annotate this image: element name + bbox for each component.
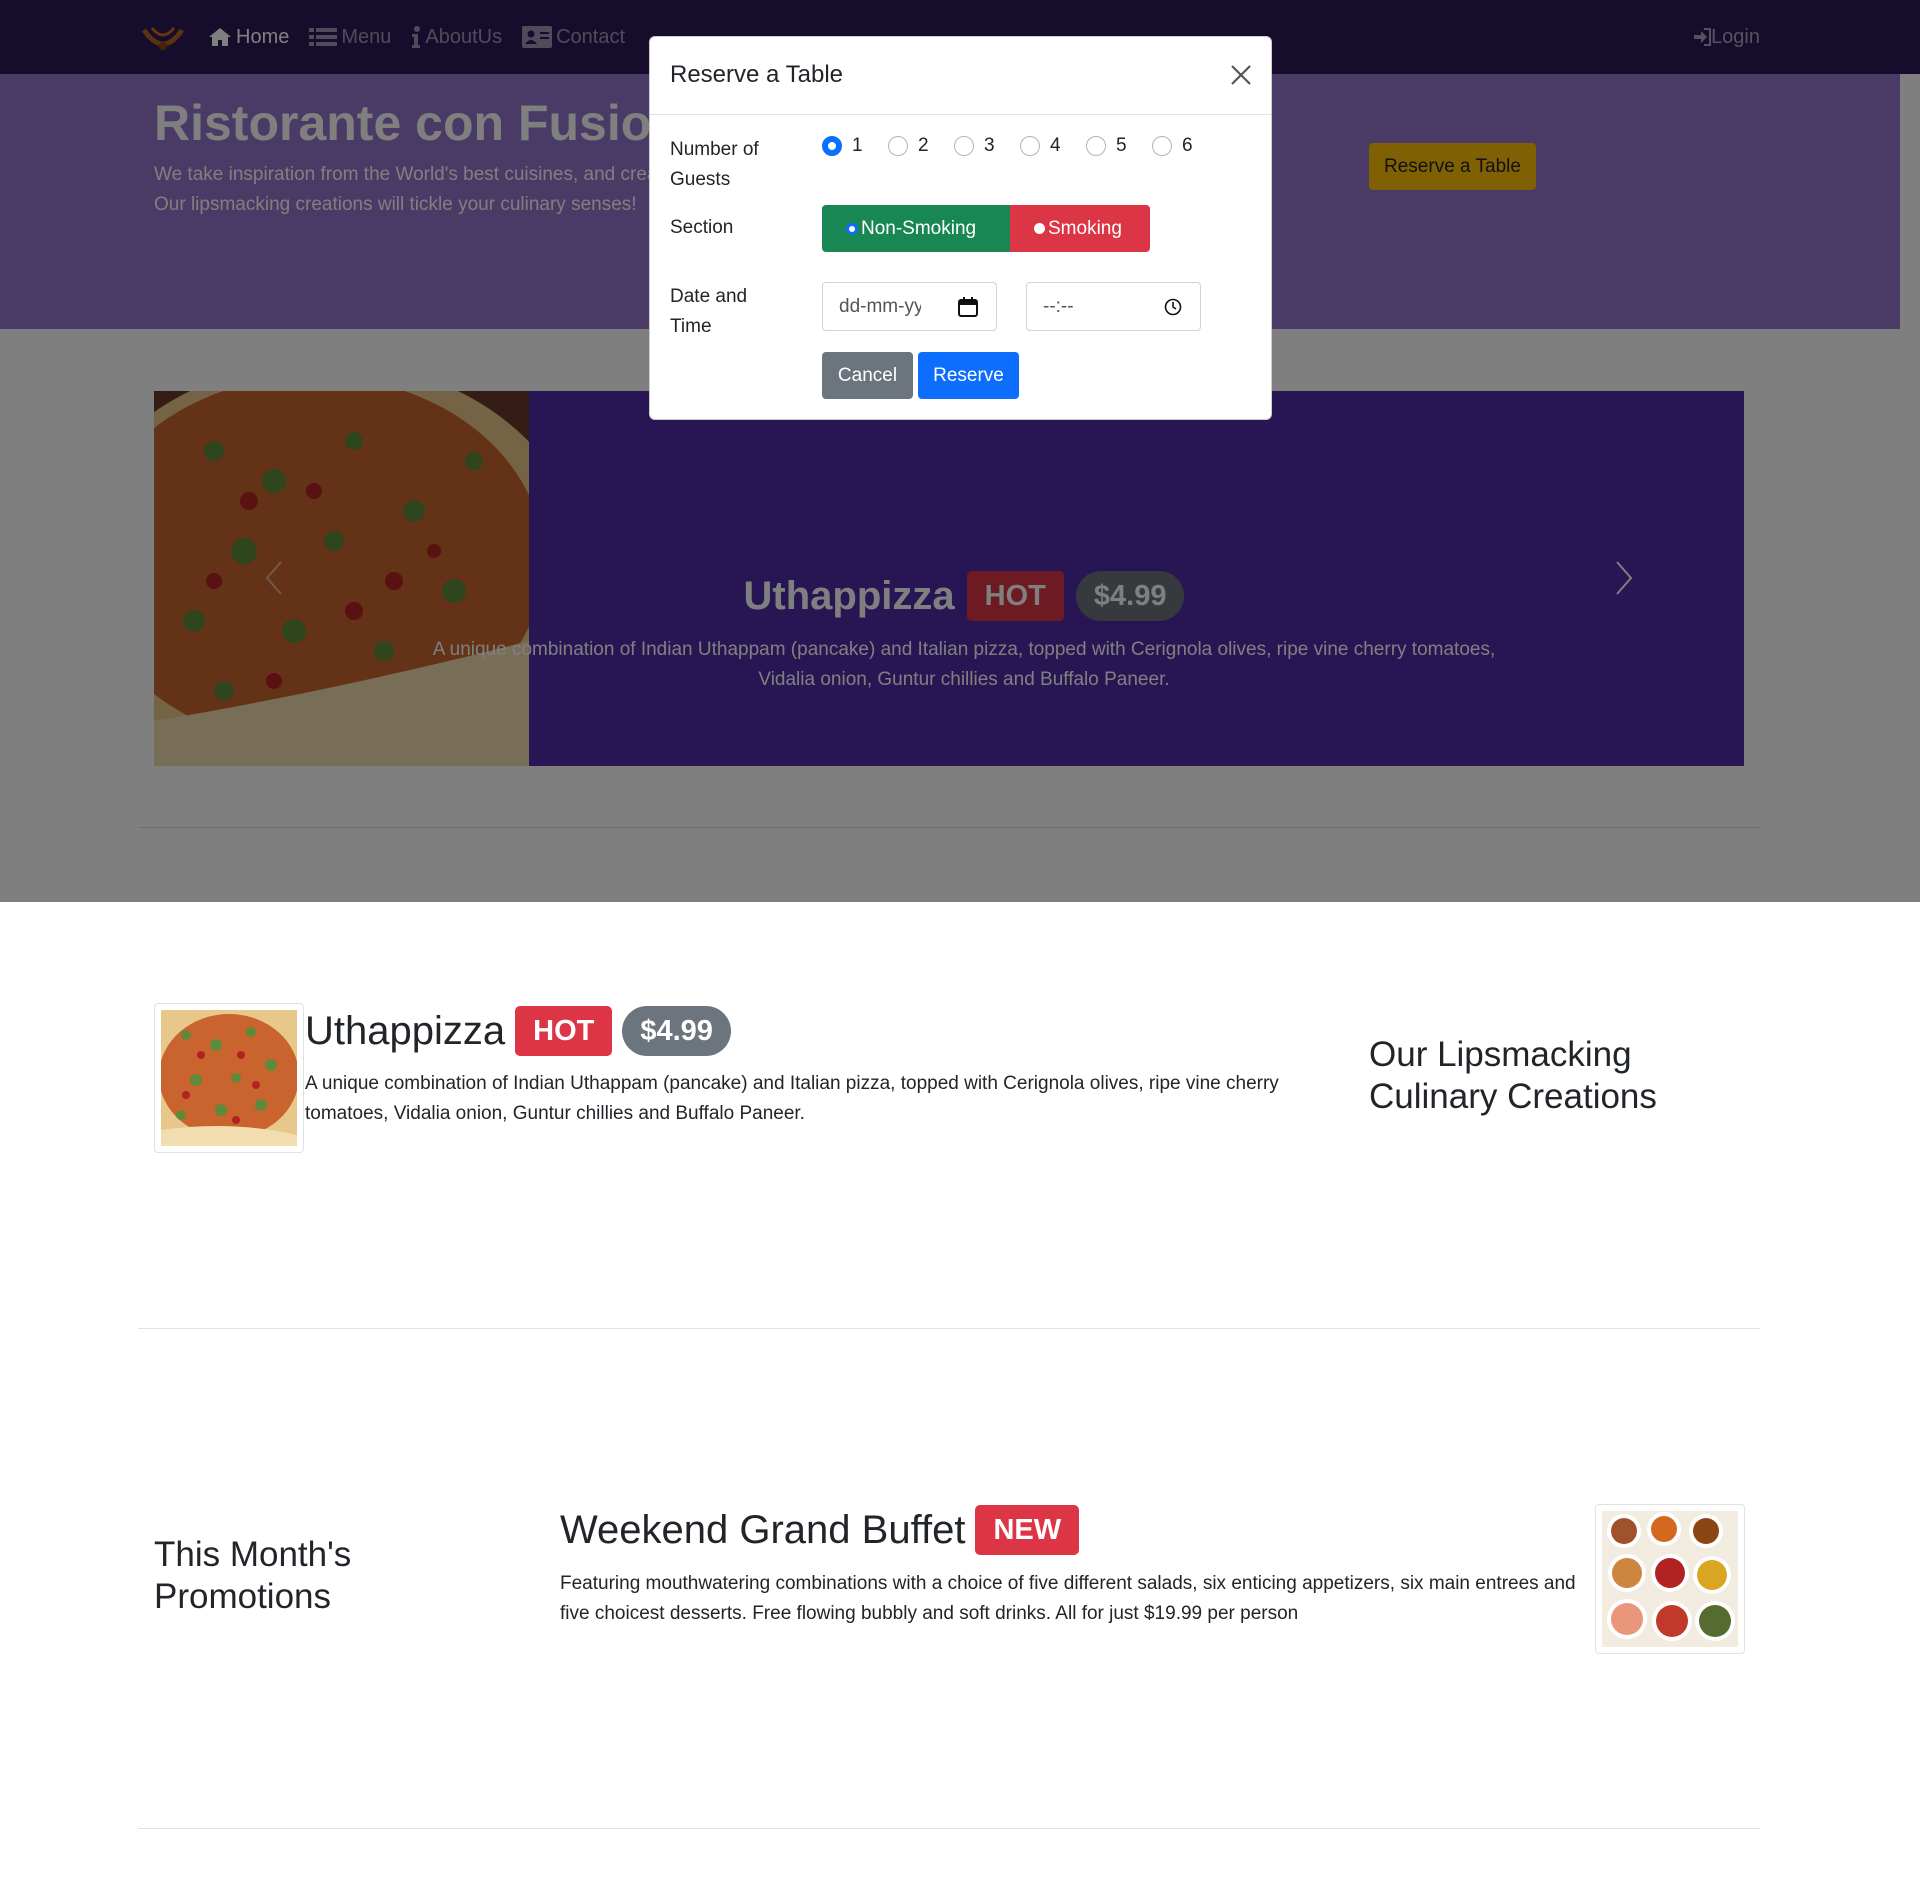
hot-badge: HOT [515, 1006, 613, 1056]
guests-label: Number of Guests [670, 139, 759, 190]
radio-checked[interactable] [822, 136, 842, 156]
radio-unchecked[interactable] [888, 136, 908, 156]
guests-option-2[interactable]: 2 [888, 135, 954, 157]
radio-unchecked[interactable] [954, 136, 974, 156]
promotion-thumbnail [1595, 1504, 1745, 1654]
guests-option-label: 6 [1182, 135, 1193, 156]
featured-dish-thumbnail [154, 1003, 304, 1153]
close-icon [1231, 65, 1251, 85]
calendar-icon[interactable] [958, 296, 978, 317]
clock-icon[interactable] [1164, 298, 1182, 316]
price-badge: $4.99 [622, 1006, 731, 1056]
radio-checked-icon [846, 222, 858, 235]
datetime-label: Date and Time [670, 286, 748, 337]
section-divider [138, 1328, 1760, 1329]
featured-dish-title: Uthappizza [305, 1008, 506, 1053]
time-placeholder: --:-- [1043, 295, 1074, 317]
promotions-heading: This Month's Promotions [154, 1535, 352, 1616]
promotion-title: Weekend Grand Buffet [560, 1507, 966, 1552]
section-divider [138, 1828, 1760, 1829]
smoking-button[interactable]: Smoking [1010, 205, 1150, 252]
new-badge: NEW [975, 1505, 1080, 1555]
promotion-heading: Weekend Grand Buffet NEW [560, 1505, 1080, 1555]
modal-close-button[interactable] [1227, 61, 1255, 89]
radio-unchecked[interactable] [1020, 136, 1040, 156]
radio-unchecked[interactable] [1086, 136, 1106, 156]
modal-header: Reserve a Table [650, 37, 1271, 115]
guests-option-label: 5 [1116, 135, 1127, 156]
cancel-button[interactable]: Cancel [822, 352, 913, 399]
guests-option-label: 3 [984, 135, 995, 156]
section-label: Section [670, 217, 734, 238]
date-placeholder: dd-mm-yyyy [839, 295, 921, 317]
non-smoking-label: Non-Smoking [861, 217, 977, 239]
culinary-creations-heading: Our Lipsmacking Culinary Creations [1369, 1035, 1657, 1116]
guests-option-4[interactable]: 4 [1020, 135, 1086, 157]
date-input[interactable]: dd-mm-yyyy [822, 282, 997, 331]
radio-unchecked[interactable] [1152, 136, 1172, 156]
promotion-description: Featuring mouthwatering combinations wit… [560, 1573, 1576, 1624]
guests-radio-group: 1 2 3 4 5 6 [822, 135, 1218, 157]
non-smoking-button[interactable]: Non-Smoking [822, 205, 1010, 252]
guests-option-6[interactable]: 6 [1152, 135, 1218, 157]
radio-unchecked-icon [1034, 223, 1045, 234]
guests-option-3[interactable]: 3 [954, 135, 1020, 157]
guests-option-label: 2 [918, 135, 929, 156]
section-toggle-group: Non-Smoking Smoking [822, 205, 1150, 252]
featured-dish-description: A unique combination of Indian Uthappam … [305, 1073, 1279, 1124]
reserve-table-modal: Reserve a Table Number of Guests 1 2 3 4… [649, 36, 1272, 420]
guests-option-label: 4 [1050, 135, 1061, 156]
modal-title: Reserve a Table [670, 61, 843, 88]
reserve-button[interactable]: Reserve [918, 352, 1019, 399]
guests-option-1[interactable]: 1 [822, 135, 888, 157]
smoking-label: Smoking [1048, 217, 1122, 239]
guests-option-5[interactable]: 5 [1086, 135, 1152, 157]
featured-dish-heading: Uthappizza HOT $4.99 [305, 1006, 731, 1056]
time-input[interactable]: --:-- [1026, 282, 1201, 331]
guests-option-label: 1 [852, 135, 863, 156]
